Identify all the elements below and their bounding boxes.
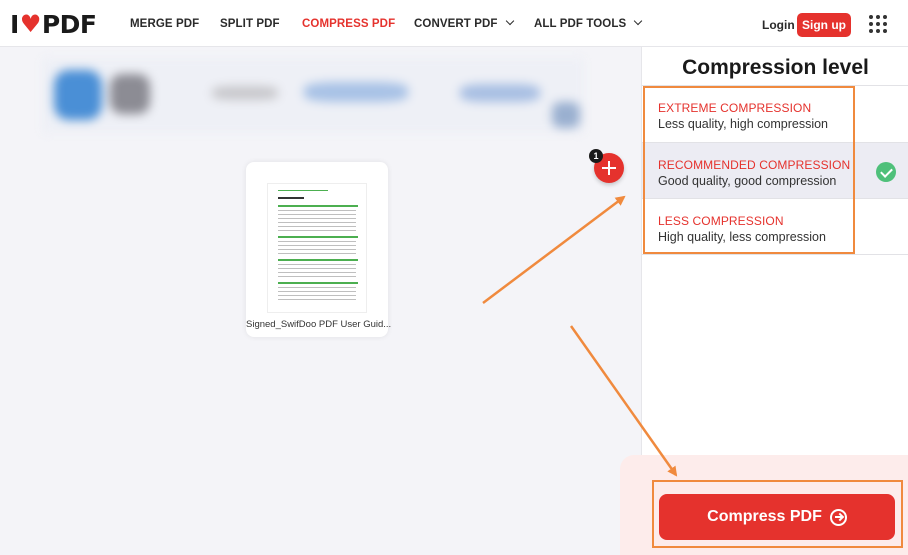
- nav-convert-pdf[interactable]: CONVERT PDF: [414, 16, 514, 30]
- arrow-right-circle-icon: [829, 508, 847, 526]
- login-link[interactable]: Login: [762, 18, 795, 32]
- file-workspace: Signed_SwifDoo PDF User Guid... 1: [0, 47, 641, 555]
- chevron-down-icon: [634, 16, 643, 26]
- nav-convert-label: CONVERT PDF: [414, 18, 498, 30]
- option-recommended-compression[interactable]: RECOMMENDED COMPRESSION Good quality, go…: [642, 142, 908, 199]
- nav-split-pdf[interactable]: SPLIT PDF: [220, 18, 280, 30]
- option-desc: Less quality, high compression: [658, 117, 828, 131]
- top-header: I ♥ PDF MERGE PDF SPLIT PDF COMPRESS PDF…: [0, 0, 908, 47]
- divider: [642, 254, 908, 255]
- nav-compress-pdf[interactable]: COMPRESS PDF: [302, 18, 395, 30]
- compress-label: Compress PDF: [707, 508, 822, 525]
- nav-all-pdf-tools[interactable]: ALL PDF TOOLS: [534, 16, 643, 30]
- chevron-down-icon: [505, 16, 514, 26]
- heart-icon: ♥: [19, 10, 42, 38]
- option-desc: High quality, less compression: [658, 230, 826, 244]
- file-count-badge: 1: [589, 149, 603, 163]
- option-desc: Good quality, good compression: [658, 174, 837, 188]
- nav-merge-pdf[interactable]: MERGE PDF: [130, 18, 199, 30]
- option-title: RECOMMENDED COMPRESSION: [658, 158, 851, 172]
- option-extreme-compression[interactable]: EXTREME COMPRESSION Less quality, high c…: [642, 85, 908, 142]
- file-name: Signed_SwifDoo PDF User Guid...: [246, 319, 392, 330]
- logo-letter: I: [10, 9, 19, 39]
- option-title: LESS COMPRESSION: [658, 214, 784, 228]
- option-less-compression[interactable]: LESS COMPRESSION High quality, less comp…: [642, 198, 908, 255]
- apps-grid-icon[interactable]: [869, 15, 887, 33]
- signup-button[interactable]: Sign up: [797, 13, 851, 37]
- app-window: I ♥ PDF MERGE PDF SPLIT PDF COMPRESS PDF…: [0, 0, 908, 555]
- option-title: EXTREME COMPRESSION: [658, 101, 812, 115]
- pdf-thumbnail: [267, 183, 367, 313]
- blurred-ad-banner: [42, 58, 584, 133]
- compress-pdf-button[interactable]: Compress PDF: [659, 494, 895, 540]
- logo-text: PDF: [41, 9, 97, 39]
- ilovepdf-logo[interactable]: I ♥ PDF: [10, 9, 97, 39]
- file-card[interactable]: Signed_SwifDoo PDF User Guid...: [246, 162, 392, 337]
- sidebar-title: Compression level: [682, 56, 869, 79]
- check-icon: [876, 162, 896, 182]
- nav-all-tools-label: ALL PDF TOOLS: [534, 18, 627, 30]
